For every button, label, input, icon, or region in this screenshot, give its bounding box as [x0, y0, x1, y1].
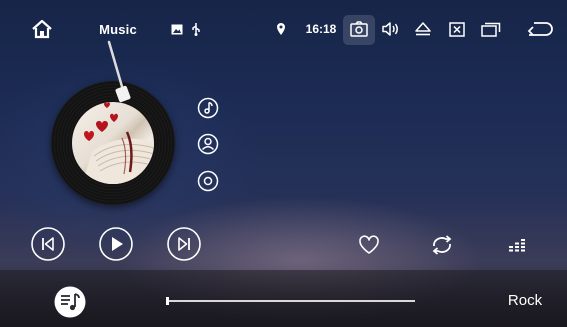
clock-time: 16:18 [305, 22, 337, 36]
camera-icon[interactable] [348, 0, 370, 58]
music-note-icon[interactable] [197, 97, 219, 119]
image-icon [170, 0, 184, 58]
album-icon[interactable] [197, 170, 219, 192]
close-box-icon[interactable] [446, 0, 468, 58]
next-button[interactable] [166, 226, 202, 262]
recent-apps-icon[interactable] [479, 0, 503, 58]
favorite-icon [359, 235, 379, 254]
play-button[interactable] [98, 226, 134, 262]
usb-icon [190, 0, 202, 58]
progress-thumb[interactable] [166, 297, 169, 305]
repeat-icon [432, 235, 452, 255]
playlist-button[interactable] [53, 285, 87, 319]
back-icon[interactable] [526, 0, 554, 58]
eject-icon[interactable] [412, 0, 434, 58]
status-bar: Music 16:18 [0, 0, 567, 58]
favorite-button[interactable] [356, 232, 382, 258]
previous-icon [31, 227, 65, 261]
play-icon [99, 227, 133, 261]
volume-icon[interactable] [380, 0, 402, 58]
home-icon[interactable] [28, 0, 56, 58]
tonearm-icon [107, 40, 131, 103]
equalizer-icon [509, 239, 525, 252]
artist-icon[interactable] [197, 133, 219, 155]
album-art [72, 102, 154, 184]
repeat-button[interactable] [429, 232, 455, 258]
location-icon [274, 0, 288, 58]
next-icon [167, 227, 201, 261]
previous-button[interactable] [30, 226, 66, 262]
progress-track[interactable] [168, 300, 415, 302]
music-player-screen: Music 16:18 Rock [0, 0, 567, 327]
equalizer-button[interactable] [505, 232, 531, 258]
playlist-icon [54, 286, 86, 318]
genre-label[interactable]: Rock [490, 292, 560, 309]
